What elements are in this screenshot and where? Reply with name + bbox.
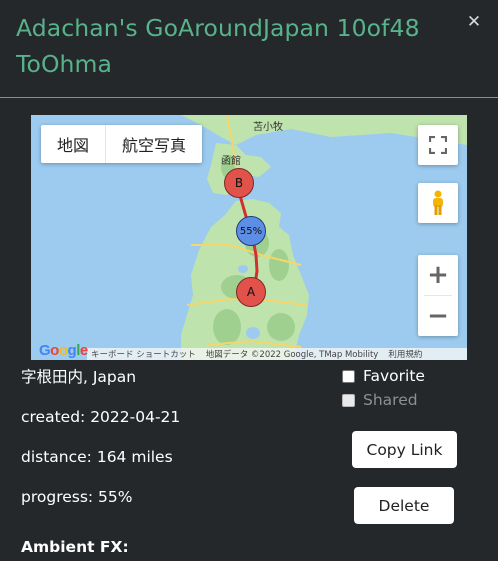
street-view-pegman-button[interactable] xyxy=(418,183,458,223)
route-map[interactable]: 苫小牧 函館 B 55% A 地図 航空写真 + − キーボード ショートカット xyxy=(31,115,467,360)
terms-link[interactable]: 利用規約 xyxy=(384,348,426,360)
map-type-satellite-button[interactable]: 航空写真 xyxy=(106,125,202,163)
marker-start-label: A xyxy=(246,285,256,299)
marker-end-label: B xyxy=(234,176,244,190)
progress-text: progress: 55% xyxy=(21,488,133,506)
map-data-text: 地図データ ©2022 Google, TMap Mobility xyxy=(205,350,379,360)
keyboard-shortcuts-link[interactable]: キーボード ショートカット xyxy=(87,348,200,360)
map-type-map-button[interactable]: 地図 xyxy=(41,125,105,163)
favorite-checkbox-box[interactable] xyxy=(342,369,355,383)
location-text: 字根田内, Japan xyxy=(21,368,137,386)
shared-label: Shared xyxy=(363,391,418,409)
distance-text: distance: 164 miles xyxy=(21,448,173,466)
copy-link-button[interactable]: Copy Link xyxy=(352,431,457,468)
marker-progress-label: 55% xyxy=(239,225,263,237)
zoom-in-button[interactable]: + xyxy=(418,255,458,295)
place-label-tomakomai: 苫小牧 xyxy=(253,122,283,133)
attribution-bar: キーボード ショートカット 地図データ ©2022 Google, TMap M… xyxy=(87,348,467,360)
delete-button[interactable]: Delete xyxy=(354,487,454,524)
ambient-fx-label: Ambient FX: xyxy=(21,538,129,556)
shared-checkbox[interactable]: Shared xyxy=(342,391,418,409)
place-label-hakodate: 函館 xyxy=(221,156,241,167)
trip-title: Adachan's GoAroundJapan 10of48 ToOhma xyxy=(16,14,420,78)
zoom-control: + − xyxy=(418,255,458,336)
fullscreen-button[interactable] xyxy=(418,125,458,165)
close-icon[interactable]: ✕ xyxy=(466,14,482,31)
marker-start[interactable]: A xyxy=(236,277,266,307)
created-text: created: 2022-04-21 xyxy=(21,408,181,426)
map-attribution: キーボード ショートカット 地図データ ©2022 Google, TMap M… xyxy=(31,342,467,360)
favorite-label: Favorite xyxy=(363,367,425,385)
marker-progress[interactable]: 55% xyxy=(236,216,266,246)
marker-end[interactable]: B xyxy=(224,168,254,198)
pegman-icon xyxy=(433,190,443,215)
zoom-out-button[interactable]: − xyxy=(418,296,458,336)
favorite-checkbox[interactable]: Favorite xyxy=(342,367,425,385)
google-logo[interactable]: Google xyxy=(39,342,88,359)
shared-checkbox-box[interactable] xyxy=(342,393,355,407)
header-divider xyxy=(0,97,498,98)
fullscreen-icon xyxy=(429,136,447,154)
map-type-control: 地図 航空写真 xyxy=(41,125,203,163)
